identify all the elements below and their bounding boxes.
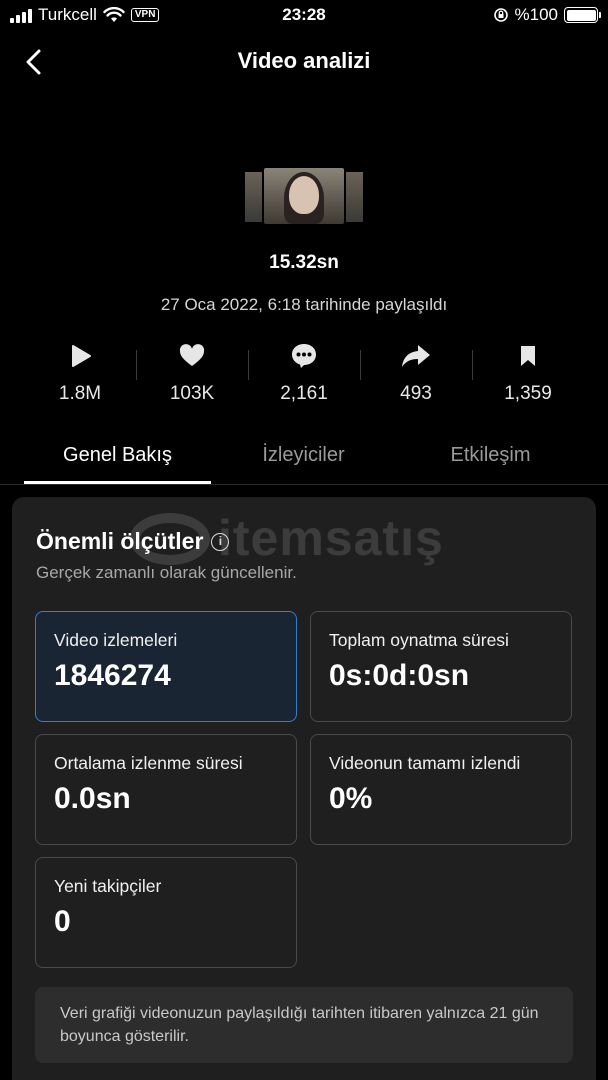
metric-label: Toplam oynatma süresi xyxy=(329,630,509,650)
stat-value: 103K xyxy=(169,383,215,404)
share-icon xyxy=(402,345,430,367)
video-duration: 15.32sn xyxy=(269,252,339,273)
metric-value: 0% xyxy=(329,782,373,815)
play-icon xyxy=(72,345,91,367)
status-bar: Turkcell VPN 23:28 %100 xyxy=(0,0,608,32)
battery-percent: %100 xyxy=(514,5,558,24)
video-stats: 1.8M 103K 2,161 493 1,359 xyxy=(24,340,584,410)
section-subtitle: Gerçek zamanlı olarak güncellenir. xyxy=(36,563,297,582)
metric-value: 0.0sn xyxy=(54,782,131,815)
stat-comments: 2,161 xyxy=(248,340,360,410)
metric-label: Video izlemeleri xyxy=(54,630,178,650)
metric-card-total-play-time[interactable]: Toplam oynatma süresi 0s:0d:0sn xyxy=(310,611,572,722)
bookmark-icon xyxy=(521,346,535,366)
tab-engagement[interactable]: Etkileşim xyxy=(397,444,584,467)
stat-views: 1.8M xyxy=(24,340,136,410)
battery-icon xyxy=(564,7,601,23)
metric-card-watched-full-video[interactable]: Videonun tamamı izlendi 0% xyxy=(310,734,572,845)
tab-bar: Genel Bakış İzleyiciler Etkileşim xyxy=(0,430,608,485)
stat-saves: 1,359 xyxy=(472,340,584,410)
nav-bar: Video analizi xyxy=(0,38,608,86)
video-thumbnail[interactable] xyxy=(245,166,363,224)
data-retention-note: Veri grafiği videonuzun paylaşıldığı tar… xyxy=(35,987,573,1063)
page-title: Video analizi xyxy=(237,48,371,73)
metric-value: 0 xyxy=(54,905,71,938)
metric-label: Videonun tamamı izlendi xyxy=(329,753,521,773)
stat-value: 493 xyxy=(400,383,432,404)
metric-card-new-followers[interactable]: Yeni takipçiler 0 xyxy=(35,857,297,968)
stat-value: 1,359 xyxy=(504,383,552,404)
stat-likes: 103K xyxy=(136,340,248,410)
stat-value: 1.8M xyxy=(58,383,102,404)
metric-card-video-views[interactable]: Video izlemeleri 1846274 xyxy=(35,611,297,722)
tab-overview[interactable]: Genel Bakış xyxy=(24,444,211,467)
active-tab-indicator xyxy=(24,481,211,484)
watermark-text: itemsatış xyxy=(218,510,444,566)
stat-value: 2,161 xyxy=(280,383,328,404)
info-icon[interactable]: i xyxy=(211,532,230,551)
metric-label: Ortalama izlenme süresi xyxy=(54,753,243,773)
heart-icon xyxy=(179,344,205,366)
tab-viewers[interactable]: İzleyiciler xyxy=(210,444,397,467)
key-metrics-panel: itemsatış Önemli ölçütler i Gerçek zaman… xyxy=(12,497,596,1080)
metric-value: 1846274 xyxy=(54,659,171,692)
stat-shares: 493 xyxy=(360,340,472,410)
metric-card-average-watch-time[interactable]: Ortalama izlenme süresi 0.0sn xyxy=(35,734,297,845)
posted-date: 27 Oca 2022, 6:18 tarihinde paylaşıldı xyxy=(160,295,448,314)
comment-icon xyxy=(292,344,316,368)
metric-value: 0s:0d:0sn xyxy=(329,659,470,692)
section-title: Önemli ölçütler i xyxy=(36,528,230,555)
orientation-lock-icon xyxy=(493,8,508,22)
metric-label: Yeni takipçiler xyxy=(54,876,162,896)
section-title-text: Önemli ölçütler xyxy=(36,528,204,554)
